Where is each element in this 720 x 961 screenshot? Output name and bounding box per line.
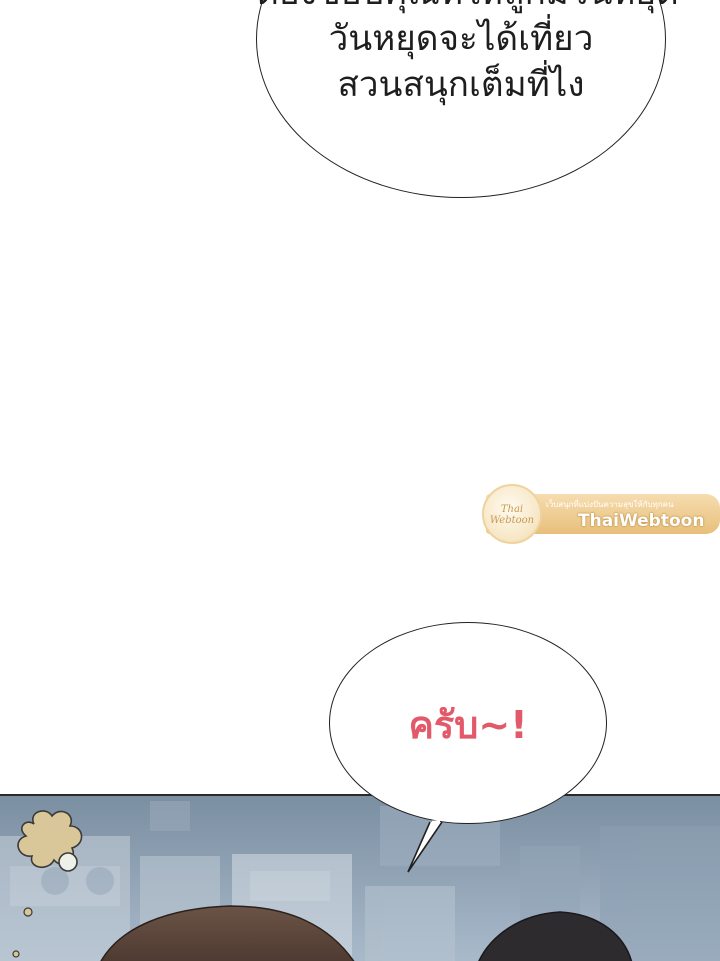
speech-line-1: ต้องขอบคุณที่ให้ลูกมีวันหยุด	[256, 0, 679, 16]
watermark-logo-text: Thai Webtoon	[489, 504, 535, 526]
comic-page: ต้องขอบคุณที่ให้ลูกมีวันหยุด วันหยุดจะได…	[0, 0, 720, 961]
speech-bubble-top-text: ต้องขอบคุณที่ให้ลูกมีวันหยุด วันหยุดจะได…	[256, 0, 679, 108]
watermark-brand: ThaiWebtoon	[578, 511, 705, 531]
speech-line-2: วันหยุดจะได้เที่ยว	[328, 19, 594, 59]
watermark-tagline: เว็บสนุกที่แบ่งปันความสุขให้กับทุกคน	[546, 500, 674, 509]
scene-illustration	[0, 796, 720, 961]
speech-line-3: สวนสนุกเต็มที่ไง	[337, 65, 585, 105]
speech-bubble-bottom-text: ครับ~!	[408, 703, 528, 747]
comic-panel-scene	[0, 794, 720, 961]
thaiwebtoon-watermark: Thai Webtoon เว็บสนุกที่แบ่งปันความสุขให…	[476, 484, 720, 548]
